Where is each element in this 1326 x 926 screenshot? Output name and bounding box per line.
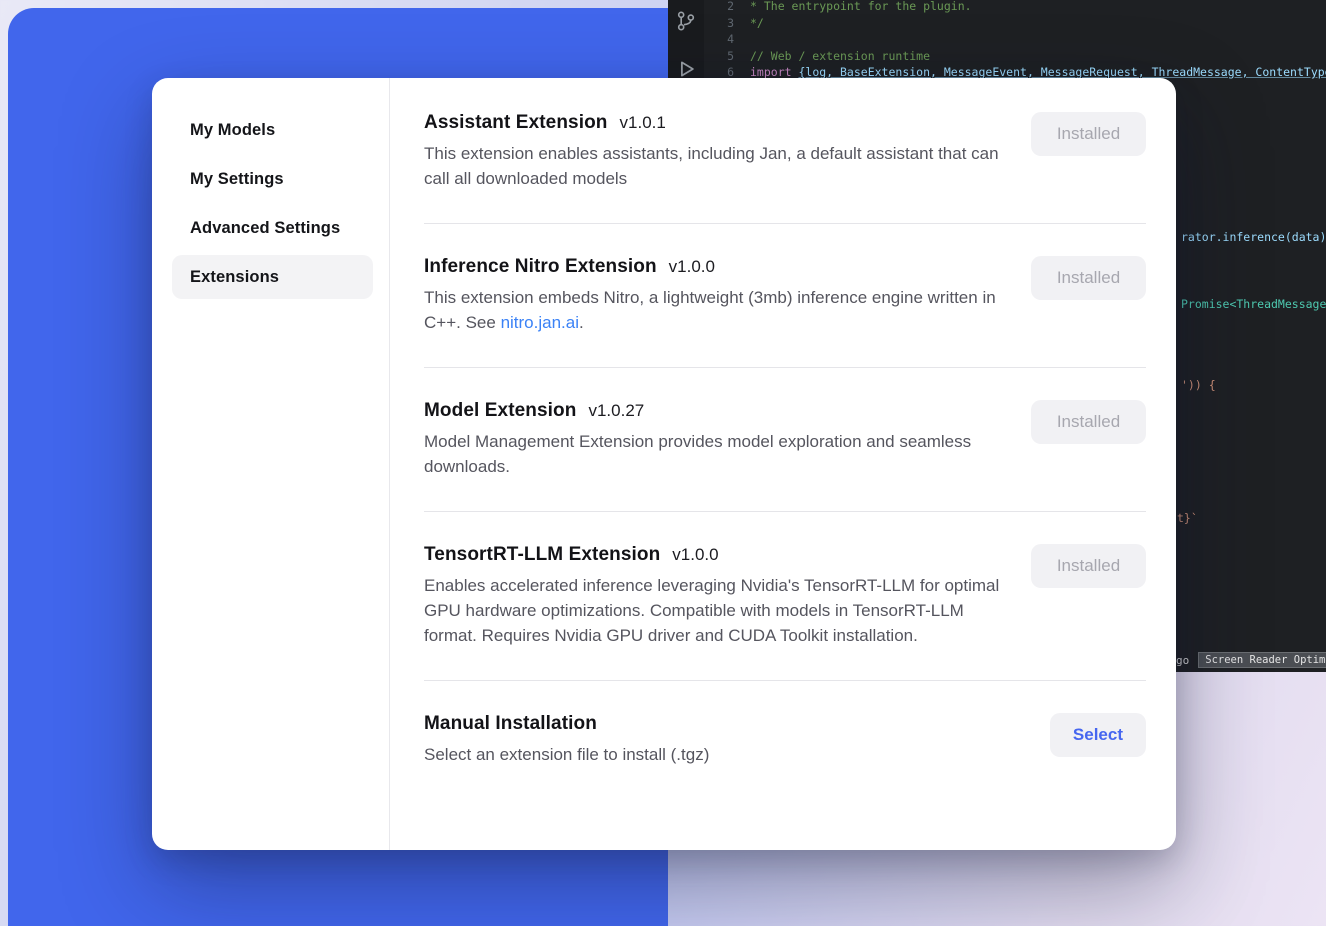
- extension-version: v1.0.0: [669, 257, 715, 277]
- code-fragment: rator.inference(data));: [1181, 230, 1326, 244]
- status-language-label: go: [1176, 654, 1189, 667]
- code-line: 3 */: [704, 15, 1326, 32]
- installed-button[interactable]: Installed: [1031, 112, 1146, 156]
- line-number: 2: [704, 0, 750, 15]
- extension-description: Model Management Extension provides mode…: [424, 429, 1004, 479]
- extension-title: Model Extension: [424, 400, 576, 422]
- description-text: .: [579, 313, 584, 332]
- code-text: */: [750, 15, 764, 32]
- run-debug-icon[interactable]: [675, 58, 697, 80]
- extension-row-manual-install: Manual Installation Select an extension …: [424, 681, 1146, 799]
- installed-button[interactable]: Installed: [1031, 544, 1146, 588]
- extension-row-tensorrt: TensortRT-LLM Extension v1.0.0 Enables a…: [424, 512, 1146, 681]
- sidebar-item-extensions[interactable]: Extensions: [172, 255, 373, 299]
- line-number: 5: [704, 48, 750, 65]
- code-line: 2 * The entrypoint for the plugin.: [704, 0, 1326, 15]
- select-file-button[interactable]: Select: [1050, 713, 1146, 757]
- code-text: // Web / extension runtime: [750, 48, 930, 65]
- code-line: 4: [704, 31, 1326, 48]
- extension-row-nitro: Inference Nitro Extension v1.0.0 This ex…: [424, 224, 1146, 368]
- extension-title: Manual Installation: [424, 713, 597, 735]
- extension-description: Select an extension file to install (.tg…: [424, 742, 709, 767]
- sidebar-item-label: Extensions: [190, 268, 279, 287]
- extension-description: Enables accelerated inference leveraging…: [424, 573, 1004, 648]
- editor-code-area: 2 * The entrypoint for the plugin. 3 */ …: [704, 0, 1326, 81]
- editor-status-row: go Screen Reader Optimize: [1176, 650, 1326, 670]
- installed-button[interactable]: Installed: [1031, 400, 1146, 444]
- settings-sidebar: My Models My Settings Advanced Settings …: [152, 78, 390, 850]
- installed-button[interactable]: Installed: [1031, 256, 1146, 300]
- extension-title: Inference Nitro Extension: [424, 256, 657, 278]
- source-control-icon[interactable]: [675, 10, 697, 32]
- extension-version: v1.0.0: [672, 545, 718, 565]
- extension-title: TensortRT-LLM Extension: [424, 544, 660, 566]
- nitro-jan-ai-link[interactable]: nitro.jan.ai: [501, 313, 579, 332]
- line-number: 3: [704, 15, 750, 32]
- extension-description: This extension enables assistants, inclu…: [424, 141, 1004, 191]
- extension-version: v1.0.27: [588, 401, 644, 421]
- sidebar-item-label: Advanced Settings: [190, 219, 340, 238]
- screen-reader-chip[interactable]: Screen Reader Optimize: [1198, 652, 1326, 668]
- extension-description: This extension embeds Nitro, a lightweig…: [424, 285, 1004, 335]
- extension-row-assistant: Assistant Extension v1.0.1 This extensio…: [424, 80, 1146, 224]
- code-fragment: ')) {: [1181, 378, 1216, 392]
- code-text: * The entrypoint for the plugin.: [750, 0, 972, 15]
- line-number: 4: [704, 31, 750, 48]
- settings-modal: My Models My Settings Advanced Settings …: [152, 78, 1176, 850]
- extensions-list: Assistant Extension v1.0.1 This extensio…: [390, 78, 1176, 850]
- code-fragment: Promise<ThreadMessage>: [1181, 297, 1326, 311]
- code-line: 5 // Web / extension runtime: [704, 48, 1326, 65]
- extension-row-model: Model Extension v1.0.27 Model Management…: [424, 368, 1146, 512]
- sidebar-item-label: My Settings: [190, 170, 284, 189]
- sidebar-item-my-models[interactable]: My Models: [172, 108, 373, 152]
- sidebar-item-my-settings[interactable]: My Settings: [172, 157, 373, 201]
- code-fragment: t}`: [1177, 511, 1198, 525]
- extension-title: Assistant Extension: [424, 112, 608, 134]
- extension-version: v1.0.1: [620, 113, 666, 133]
- sidebar-item-advanced-settings[interactable]: Advanced Settings: [172, 206, 373, 250]
- sidebar-item-label: My Models: [190, 121, 275, 140]
